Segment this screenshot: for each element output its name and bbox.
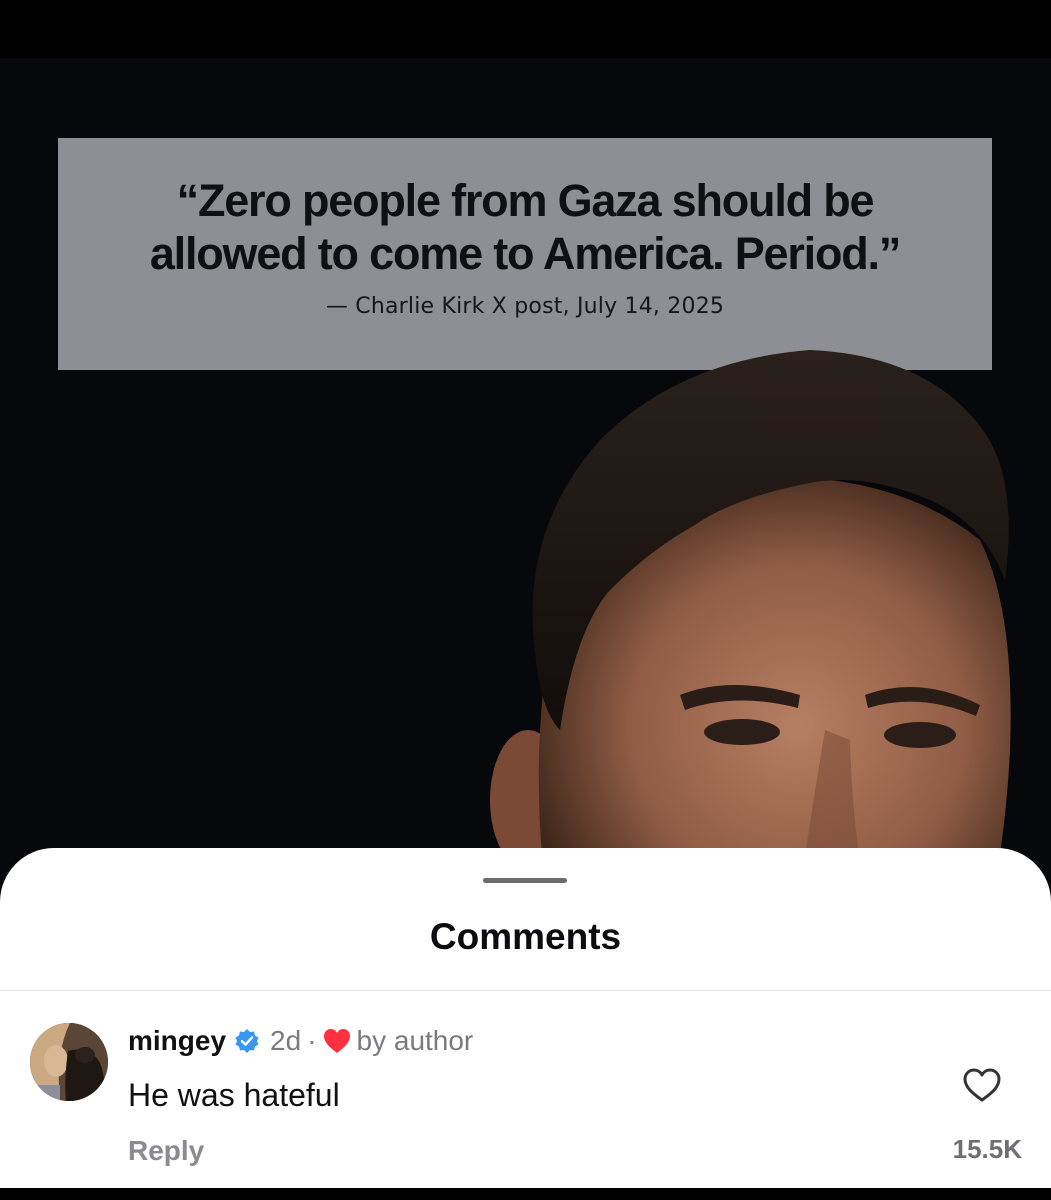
portrait-image	[490, 350, 1011, 918]
portrait-eye-left	[704, 719, 780, 745]
comment-age: 2d	[270, 1025, 302, 1056]
bottom-black-bar	[0, 1188, 1051, 1200]
author-liked-heart-icon	[323, 1029, 350, 1053]
meta-separator: ·	[307, 1025, 317, 1056]
post-media[interactable]: “Zero people from Gaza should be allowed…	[0, 58, 1051, 918]
comments-sheet: Comments mingey 2d · by author He was ha…	[0, 848, 1051, 1188]
quote-text: “Zero people from Gaza should be allowed…	[149, 175, 902, 279]
quote-attribution: — Charlie Kirk X post, July 14, 2025	[325, 294, 725, 319]
sheet-grabber[interactable]	[483, 878, 567, 883]
like-count: 15.5K	[952, 1134, 1022, 1164]
avatar[interactable]	[30, 1023, 108, 1101]
top-black-bar	[0, 0, 1051, 58]
reply-button[interactable]: Reply	[128, 1135, 204, 1167]
verified-badge-icon	[235, 1029, 259, 1053]
avatar-image	[30, 1023, 108, 1101]
comments-screen: “Zero people from Gaza should be allowed…	[0, 0, 1051, 1200]
comment-username[interactable]: mingey	[128, 1025, 226, 1057]
comments-title: Comments	[429, 916, 622, 957]
liked-by-author-label: by author	[356, 1025, 474, 1056]
portrait-eye-right	[884, 722, 956, 748]
comment-meta: mingey 2d · by author	[128, 1025, 473, 1057]
comment-item: mingey 2d · by author He was hateful Rep…	[0, 991, 1051, 1188]
comment-text: He was hateful	[128, 1077, 340, 1113]
quote-card: “Zero people from Gaza should be allowed…	[58, 138, 992, 370]
heart-outline-icon[interactable]	[962, 1067, 1002, 1103]
